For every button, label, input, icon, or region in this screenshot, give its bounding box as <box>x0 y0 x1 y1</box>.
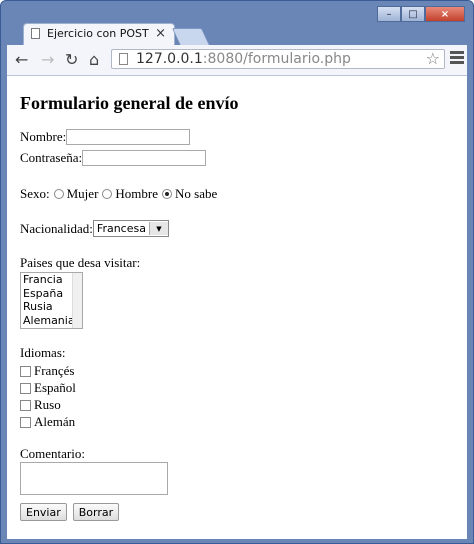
comentario-label: Comentario: <box>20 446 85 461</box>
contrasena-input[interactable] <box>82 150 207 166</box>
enviar-button[interactable]: Enviar <box>20 503 67 521</box>
chevron-down-icon: ▼ <box>148 222 168 235</box>
contrasena-label: Contraseña: <box>20 150 83 165</box>
tab-close-icon[interactable]: × <box>155 26 166 41</box>
button-row: Enviar Borrar <box>20 503 125 521</box>
idioma-row: Alemán <box>20 414 75 430</box>
nacionalidad-row: Nacionalidad: Francesa ▼ <box>20 220 169 237</box>
checkbox-aleman[interactable] <box>20 416 31 428</box>
idioma-row: Español <box>20 380 76 396</box>
checkbox-espanol[interactable] <box>20 382 31 394</box>
nacionalidad-select[interactable]: Francesa ▼ <box>92 220 169 237</box>
comentario-textarea[interactable] <box>20 462 168 495</box>
url-host: 127.0.0.1 <box>136 51 203 67</box>
url-text: 127.0.0.1:8080/formulario.php <box>136 51 351 67</box>
minimize-button[interactable]: – <box>377 6 401 22</box>
tab-title: Ejercicio con POST <box>47 27 149 40</box>
checkbox-ruso-label: Ruso <box>34 397 61 412</box>
nombre-input[interactable] <box>66 129 191 145</box>
home-icon[interactable]: ⌂ <box>89 50 99 69</box>
bookmark-star-icon[interactable]: ☆ <box>426 49 440 68</box>
browser-toolbar: ← → ↻ ⌂ 127.0.0.1:8080/formulario.php ☆ <box>7 45 467 76</box>
close-window-button[interactable]: × <box>425 6 465 22</box>
listbox-scrollbar[interactable] <box>72 273 82 328</box>
title-bar: Ejercicio con POST × – □ × <box>1 1 473 46</box>
checkbox-frances-label: Françés <box>34 363 75 378</box>
radio-hombre[interactable] <box>102 189 113 199</box>
browser-window: Ejercicio con POST × – □ × ← → ↻ ⌂ 127.0… <box>0 0 474 544</box>
borrar-button[interactable]: Borrar <box>72 503 120 521</box>
sexo-row: Sexo: Mujer Hombre No sabe <box>20 186 217 202</box>
nacionalidad-label: Nacionalidad: <box>20 220 93 236</box>
idioma-row: Ruso <box>20 397 61 413</box>
contrasena-row: Contraseña: <box>20 150 207 166</box>
radio-mujer[interactable] <box>53 189 64 199</box>
nombre-label: Nombre: <box>20 129 67 144</box>
checkbox-frances[interactable] <box>20 365 31 377</box>
checkbox-ruso[interactable] <box>20 399 31 411</box>
menu-icon[interactable] <box>450 51 464 66</box>
idiomas-label: Idiomas: <box>20 345 66 360</box>
page-viewport: Formulario general de envío Nombre: Cont… <box>7 76 467 539</box>
nacionalidad-value: Francesa <box>96 222 146 235</box>
forward-icon[interactable]: → <box>41 50 54 69</box>
radio-mujer-label: Mujer <box>66 186 99 201</box>
nombre-row: Nombre: <box>20 129 191 145</box>
radio-hombre-label: Hombre <box>115 186 159 201</box>
page-icon <box>31 28 40 39</box>
page-title: Formulario general de envío <box>20 93 239 113</box>
window-controls: – □ × <box>377 6 465 24</box>
checkbox-espanol-label: Español <box>34 380 76 395</box>
radio-no-sabe[interactable] <box>162 189 173 199</box>
new-tab-button[interactable] <box>171 28 211 46</box>
paises-label: Paises que desa visitar: <box>20 255 141 270</box>
back-icon[interactable]: ← <box>15 50 28 69</box>
radio-no-sabe-label: No sabe <box>175 186 218 201</box>
checkbox-aleman-label: Alemán <box>34 414 76 429</box>
idioma-row: Françés <box>20 363 74 379</box>
sexo-label: Sexo: <box>20 186 50 201</box>
paises-listbox[interactable]: Francia España Rusia Alemania <box>20 272 83 329</box>
page-icon <box>119 53 128 65</box>
tab-active[interactable]: Ejercicio con POST × <box>23 23 175 45</box>
address-bar[interactable]: 127.0.0.1:8080/formulario.php ☆ <box>111 49 445 69</box>
reload-icon[interactable]: ↻ <box>65 50 78 69</box>
url-path: :8080/formulario.php <box>202 51 351 67</box>
maximize-button[interactable]: □ <box>401 6 425 22</box>
